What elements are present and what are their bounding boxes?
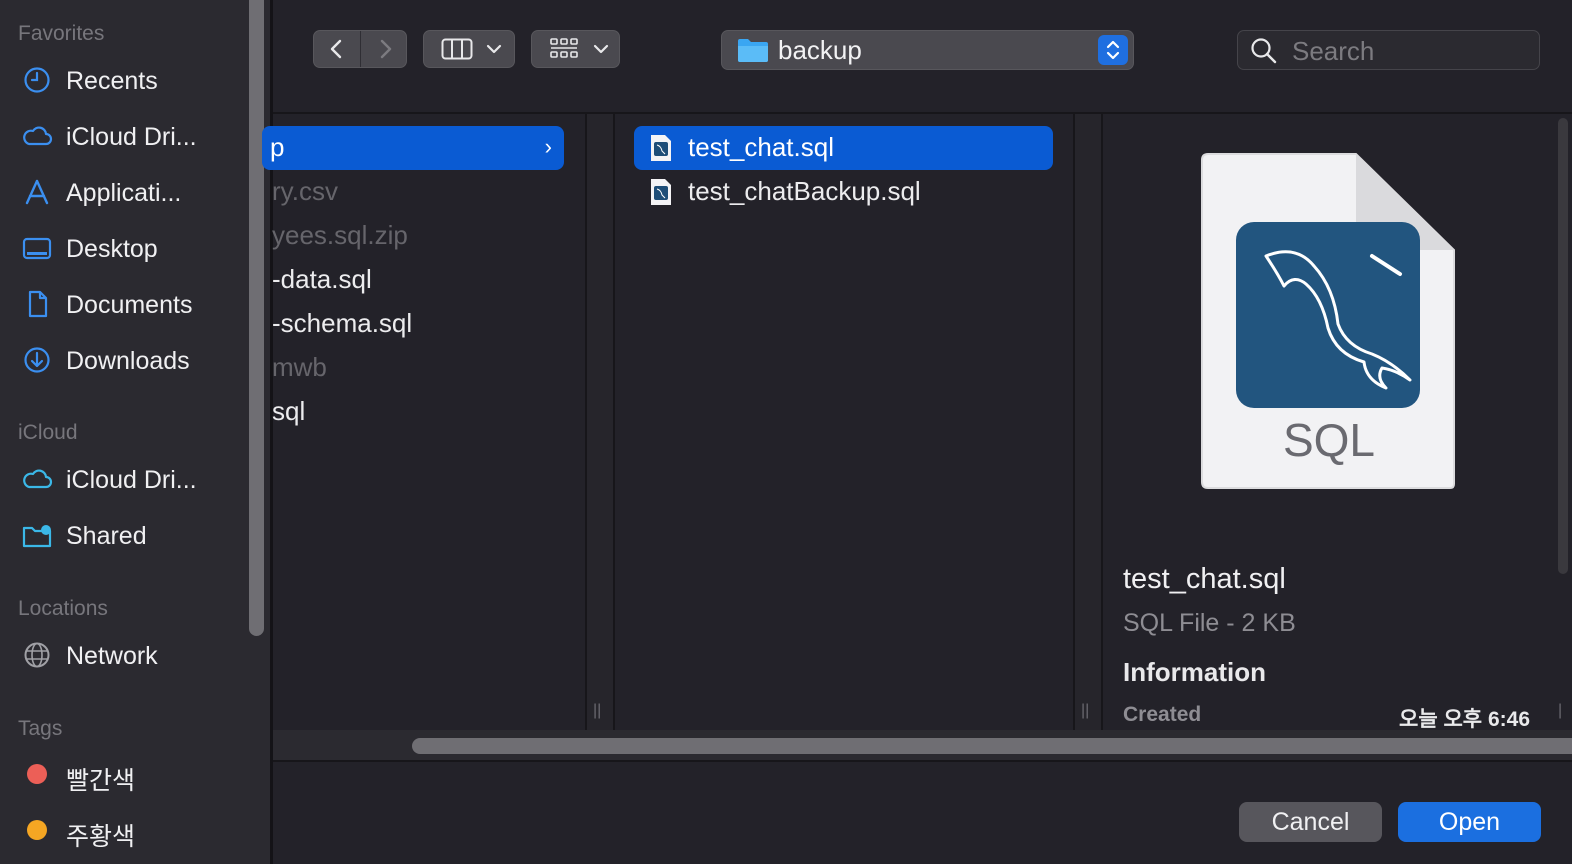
tag-orange-dot-icon	[27, 820, 47, 840]
sidebar-item-downloads[interactable]: Downloads	[0, 338, 240, 382]
group-by-button[interactable]	[531, 30, 620, 68]
column-resizer[interactable]: ||	[586, 114, 614, 730]
download-icon	[24, 347, 50, 373]
sidebar-item-shared[interactable]: Shared	[0, 513, 240, 557]
file-name: -schema.sql	[272, 308, 413, 338]
resize-grip-icon: ||	[1081, 702, 1090, 719]
list-item[interactable]: test_chat.sql	[634, 126, 1053, 170]
sidebar-item-label: Recents	[66, 67, 158, 95]
search-input[interactable]	[1290, 35, 1534, 67]
sidebar-heading-icloud: iCloud	[18, 421, 78, 444]
chevron-down-icon	[486, 44, 502, 54]
document-icon	[28, 290, 48, 318]
chevron-right-icon: ›	[544, 134, 552, 159]
sidebar-heading-favorites: Favorites	[18, 22, 105, 45]
up-down-chevron-icon	[1106, 40, 1120, 60]
sidebar-item-icloud-drive-2[interactable]: iCloud Dri...	[0, 457, 240, 501]
sidebar-item-label: Shared	[66, 522, 147, 550]
sql-icon-text: SQL	[1283, 414, 1375, 466]
list-item[interactable]: mwb	[262, 346, 564, 390]
file-name: ry.csv	[272, 176, 338, 206]
file-name: test_chatBackup.sql	[688, 176, 921, 206]
list-item[interactable]: test_chatBackup.sql	[634, 170, 1053, 214]
sidebar-item-network[interactable]: Network	[0, 633, 240, 677]
path-popup[interactable]: backup	[721, 30, 1134, 70]
clock-icon	[24, 67, 50, 93]
file-name: yees.sql.zip	[272, 220, 408, 250]
sidebar-item-label: Network	[66, 642, 158, 670]
chevron-down-icon	[593, 44, 609, 54]
list-item[interactable]: p ›	[262, 126, 564, 170]
sidebar-item-desktop[interactable]: Desktop	[0, 226, 240, 270]
sql-file-icon	[651, 135, 671, 161]
nav-divider	[360, 31, 361, 67]
nav-button-group	[313, 30, 407, 68]
list-item[interactable]: -data.sql	[262, 258, 564, 302]
list-item[interactable]: -schema.sql	[262, 302, 564, 346]
shared-folder-icon	[22, 525, 52, 548]
folder-icon	[738, 39, 768, 62]
sql-document-icon: SQL	[1201, 153, 1455, 489]
path-label: backup	[778, 35, 862, 65]
column-1-clip	[0, 114, 270, 154]
preview-created-value: 오늘 오후 6:46	[1399, 708, 1530, 731]
resize-grip-icon: ||	[593, 702, 602, 719]
column-divider	[1073, 114, 1075, 730]
search-field[interactable]	[1237, 30, 1540, 70]
sidebar-item-label: iCloud Dri...	[66, 466, 197, 494]
preview-filename: test_chat.sql	[1123, 563, 1286, 595]
list-item[interactable]: ry.csv	[262, 170, 564, 214]
desktop-icon	[22, 237, 52, 260]
preview-subtitle: SQL File - 2 KB	[1123, 609, 1296, 637]
resize-grip-icon: |	[1558, 702, 1563, 719]
tag-red-dot-icon	[27, 764, 47, 784]
path-stepper[interactable]	[1098, 35, 1128, 65]
sidebar-item-recents[interactable]: Recents	[0, 58, 240, 102]
chevron-right-icon[interactable]	[374, 38, 396, 60]
sidebar-item-label: Applicati...	[66, 179, 182, 207]
toolbar-separator	[273, 112, 1572, 114]
sidebar-item-label: Desktop	[66, 235, 158, 263]
sql-file-icon	[651, 179, 671, 205]
sidebar-item-label: 빨간색	[66, 767, 136, 795]
file-name: mwb	[272, 352, 327, 382]
sidebar-item-label: Documents	[66, 291, 193, 319]
list-item[interactable]: yees.sql.zip	[262, 214, 564, 258]
list-item[interactable]: sql	[262, 390, 564, 434]
preview-info-heading: Information	[1123, 657, 1266, 687]
preview-created-label: Created	[1123, 703, 1202, 726]
columns-view-icon	[441, 38, 473, 60]
sidebar-item-documents[interactable]: Documents	[0, 282, 240, 326]
sidebar-item-label: Downloads	[66, 347, 190, 375]
sidebar-heading-tags: Tags	[18, 717, 63, 740]
file-name: -data.sql	[272, 264, 372, 294]
column-resizer[interactable]: ||	[1074, 114, 1102, 730]
sidebar-heading-locations: Locations	[18, 597, 108, 620]
horizontal-scrollbar[interactable]	[412, 738, 1572, 754]
file-name: p	[270, 132, 285, 162]
sidebar-item-applications[interactable]: Applicati...	[0, 170, 240, 214]
file-name: test_chat.sql	[688, 132, 834, 162]
globe-icon	[24, 642, 50, 668]
grid-group-icon	[550, 38, 578, 58]
column-divider	[1101, 114, 1103, 730]
file-name: sql	[272, 396, 306, 426]
sidebar-item-label: 주황색	[66, 823, 136, 851]
column-divider	[585, 114, 587, 730]
cancel-button[interactable]: Cancel	[1239, 802, 1382, 842]
preview-scrollbar[interactable]	[1558, 118, 1568, 574]
applications-icon	[25, 179, 49, 205]
sidebar-item-tag-orange[interactable]: 주황색	[0, 808, 240, 852]
column-divider	[613, 114, 615, 730]
cloud-icon	[23, 469, 53, 489]
open-button[interactable]: Open	[1398, 802, 1541, 842]
view-mode-button[interactable]	[423, 30, 515, 68]
bottom-separator	[273, 760, 1572, 762]
sidebar-item-tag-red[interactable]: 빨간색	[0, 752, 240, 796]
search-icon	[1251, 38, 1277, 64]
chevron-left-icon[interactable]	[326, 38, 348, 60]
